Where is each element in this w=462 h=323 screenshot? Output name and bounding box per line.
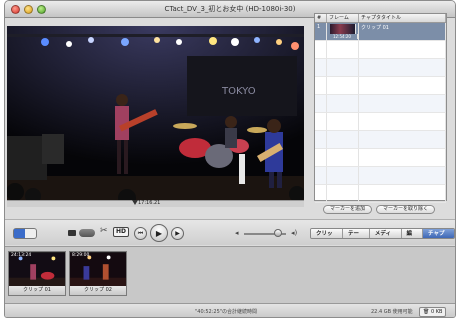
clip-tray: 24:13:24 クリップ 01 8:29:00 クリップ 02 [5, 246, 455, 303]
app-window: CTact_DV_3_初とお女中 (HD-1080i-30) TOKYO 17:… [4, 0, 456, 318]
empty-row [315, 149, 446, 167]
chapter-title[interactable]: クリップ 01 [359, 23, 446, 40]
tab-chapters[interactable]: チャプタ [423, 229, 454, 238]
chapter-time: 12:54:20 [327, 34, 358, 39]
trash-size: 0 KB [430, 309, 443, 315]
tab-clips[interactable]: クリップ [311, 229, 344, 238]
rewind-icon: ⏮ [137, 229, 144, 237]
tab-edit[interactable]: 編集 [401, 229, 424, 238]
column-frame: フレーム [327, 14, 359, 22]
clip-label: クリップ 02 [70, 286, 126, 295]
trash-icon: 🗑 [423, 309, 430, 315]
timeline-scrubber[interactable]: 17:16.21 [7, 200, 304, 207]
column-number: # [315, 14, 327, 22]
empty-row [315, 113, 446, 131]
chapter-buttons: マーカーを追加 マーカーを取り除く [323, 205, 436, 214]
empty-row [315, 95, 446, 113]
concert-frame-image: TOKYO [7, 26, 304, 200]
tab-media[interactable]: メディア [369, 229, 402, 238]
total-duration: "40:52:25"の合計継続時間 [195, 309, 258, 315]
playhead-time: 17:16.21 [138, 200, 161, 206]
video-viewer[interactable]: TOKYO [7, 26, 304, 200]
empty-row [315, 131, 446, 149]
pane-tabs: クリップ テーマ メディア 編集 チャプタ [310, 228, 455, 239]
rewind-button[interactable]: ⏮ [134, 227, 147, 240]
chapter-row[interactable]: 1 12:54:20 クリップ 01 [315, 23, 446, 41]
clip-item[interactable]: 24:13:24 クリップ 01 [8, 251, 66, 296]
chapter-frame: 12:54:20 [327, 23, 359, 40]
svg-text:TOKYO: TOKYO [221, 86, 256, 97]
edit-mode-toggle[interactable] [13, 228, 37, 239]
empty-row [315, 77, 446, 95]
empty-row [315, 167, 446, 185]
status-bar: "40:52:25"の合計継続時間 22.4 GB 使用可能 🗑 0 KB [5, 303, 455, 317]
play-button[interactable]: ▶ [150, 224, 168, 242]
scissors-icon[interactable]: ✂ [100, 226, 108, 236]
column-chapter-title: チャプタタイトル [359, 14, 446, 22]
camera-icon [68, 230, 76, 236]
clip-duration: 24:13:24 [11, 253, 32, 258]
edit-mode-icon[interactable] [14, 229, 25, 238]
clip-duration: 8:29:00 [72, 253, 90, 258]
trash-button[interactable]: 🗑 0 KB [419, 307, 447, 317]
chapter-list-header: # フレーム チャプタタイトル [315, 14, 446, 23]
volume-low-icon: ◂ [235, 229, 239, 237]
hd-badge[interactable]: HD [113, 227, 130, 237]
add-marker-button[interactable]: マーカーを追加 [323, 205, 373, 214]
camera-mode-icon[interactable] [25, 229, 36, 238]
empty-row [315, 185, 446, 203]
fullscreen-button[interactable]: ▶ [171, 227, 184, 240]
chapter-rows: 1 12:54:20 クリップ 01 [315, 23, 446, 203]
chapter-list: # フレーム チャプタタイトル 1 12:54:20 クリップ 01 [314, 13, 447, 203]
play-icon: ▶ [155, 228, 163, 238]
clip-item[interactable]: 8:29:00 クリップ 02 [69, 251, 127, 296]
fullscreen-icon: ▶ [175, 230, 180, 237]
free-space: 22.4 GB 使用可能 [371, 309, 413, 315]
camera-switch[interactable] [79, 229, 95, 237]
chapter-number: 1 [315, 23, 327, 40]
remove-marker-button[interactable]: マーカーを取り除く [376, 205, 436, 214]
volume-knob[interactable] [274, 229, 282, 237]
transport-controls: ✂ HD ⏮ ▶ ▶ ◂ ◂) クリップ テーマ メディア 編集 チャプタ [5, 219, 455, 245]
empty-row [315, 59, 446, 77]
tab-themes[interactable]: テーマ [343, 229, 370, 238]
clip-label: クリップ 01 [9, 286, 65, 295]
volume-high-icon: ◂) [291, 229, 298, 237]
empty-row [315, 41, 446, 59]
chapter-thumbnail [330, 24, 356, 34]
